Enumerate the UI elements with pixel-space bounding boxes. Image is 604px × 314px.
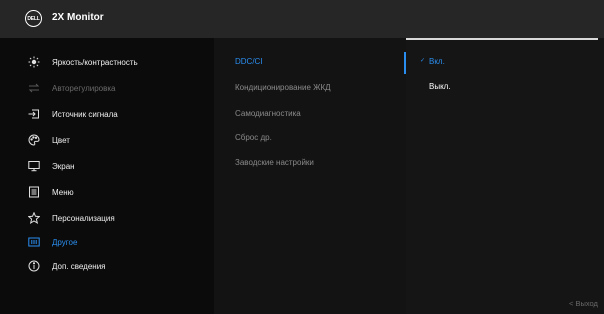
menu-item-menu[interactable]: Меню <box>0 182 214 202</box>
option-on[interactable]: Вкл. <box>429 57 445 66</box>
checkmark-icon: ✓ <box>420 58 426 64</box>
menu-item-auto-adjust: Авторегулировка <box>0 78 214 98</box>
exit-label: Выход <box>575 299 598 308</box>
display-monitor-icon <box>28 160 40 172</box>
submenu-item-ddc-ci[interactable]: DDC/CI <box>235 57 263 66</box>
monitor-osd: DELL 2X Monitor Яркость/контрастность Ав… <box>0 0 604 314</box>
menu-item-label: Экран <box>52 161 75 171</box>
info-icon <box>28 260 40 272</box>
chevron-left-icon: < <box>569 299 574 308</box>
submenu-item-factory-reset[interactable]: Заводские настройки <box>235 158 314 167</box>
menu-item-label: Яркость/контрастность <box>52 57 138 67</box>
options-top-divider <box>406 38 598 40</box>
submenu-column <box>214 38 406 314</box>
menu-item-label: Меню <box>52 187 74 197</box>
menu-item-label: Цвет <box>52 135 70 145</box>
menu-item-label: Авторегулировка <box>52 83 116 93</box>
menu-item-others[interactable]: Другое <box>0 232 214 252</box>
submenu-item-lcd-conditioning[interactable]: Кондиционирование ЖКД <box>235 83 331 92</box>
menu-item-color[interactable]: Цвет <box>0 130 214 150</box>
menu-item-more-info[interactable]: Доп. сведения <box>0 256 214 276</box>
auto-adjust-icon <box>28 82 40 94</box>
selection-indicator <box>404 52 406 74</box>
submenu-item-reset-other[interactable]: Сброс др. <box>235 133 272 142</box>
submenu-item-self-diagnostic[interactable]: Самодиагностика <box>235 109 301 118</box>
menu-item-brightness-contrast[interactable]: Яркость/контрастность <box>0 52 214 72</box>
dell-logo: DELL <box>25 10 42 27</box>
menu-item-label: Доп. сведения <box>52 261 106 271</box>
brightness-icon <box>28 56 40 68</box>
input-source-icon <box>28 108 40 120</box>
menu-item-label: Другое <box>52 237 78 247</box>
menu-list-icon <box>28 186 40 198</box>
menu-item-display[interactable]: Экран <box>0 156 214 176</box>
option-off[interactable]: Выкл. <box>429 82 451 91</box>
osd-header: DELL 2X Monitor <box>0 0 604 38</box>
others-icon <box>28 236 40 248</box>
menu-item-input-source[interactable]: Источник сигнала <box>0 104 214 124</box>
options-column <box>406 38 604 314</box>
menu-item-label: Персонализация <box>52 213 115 223</box>
color-palette-icon <box>28 134 40 146</box>
menu-item-label: Источник сигнала <box>52 109 118 119</box>
exit-button[interactable]: < Выход <box>569 299 598 308</box>
monitor-title: 2X Monitor <box>52 12 104 23</box>
star-icon <box>28 212 40 224</box>
menu-item-personalize[interactable]: Персонализация <box>0 208 214 228</box>
